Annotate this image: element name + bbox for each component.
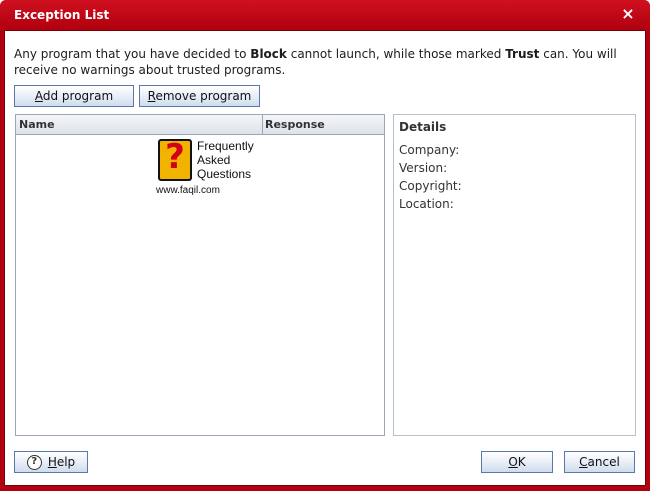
detail-company-label: Company: [399, 143, 460, 157]
watermark-glyph: ? [165, 137, 185, 177]
details-title: Details [399, 120, 447, 134]
ok-mnemonic: O [508, 455, 518, 469]
help-button[interactable]: ? Help [14, 451, 88, 473]
watermark-line-1: Frequently [197, 139, 254, 153]
question-mark-icon: ? [158, 137, 192, 181]
help-label: elp [56, 455, 76, 469]
watermark-url: www.faqil.com [156, 185, 220, 196]
detail-version-label: Version: [399, 161, 448, 175]
ok-label: K [517, 455, 526, 469]
add-program-mnemonic: A [34, 89, 43, 103]
cancel-label: ancel [587, 455, 620, 469]
description-part2: cannot launch, while those marked [286, 47, 506, 61]
ok-button[interactable]: OK [481, 451, 553, 473]
list-header: Name Response [16, 115, 384, 135]
detail-location-label: Location: [399, 197, 454, 211]
detail-copyright-label: Copyright: [399, 179, 462, 193]
exception-list-dialog: Exception List × Any program that you ha… [0, 0, 650, 491]
column-header-response[interactable]: Response [263, 115, 386, 134]
add-program-label: dd program [42, 89, 114, 103]
add-program-button[interactable]: Add program [14, 85, 134, 107]
column-header-name[interactable]: Name [16, 115, 263, 134]
close-icon[interactable]: × [620, 5, 636, 23]
help-icon: ? [26, 455, 42, 470]
cancel-mnemonic: C [579, 455, 588, 469]
watermark-line-2: Asked [197, 153, 231, 167]
description-trust-word: Trust [505, 47, 540, 61]
remove-program-button[interactable]: Remove program [139, 85, 260, 107]
dialog-body: Any program that you have decided to Blo… [4, 30, 646, 486]
cancel-button[interactable]: Cancel [564, 451, 635, 473]
details-panel: Details Company: Version: Copyright: Loc… [393, 114, 636, 436]
faq-watermark: ? Frequently Asked Questions www.faqil.c… [156, 137, 264, 199]
title-bar[interactable]: Exception List × [0, 0, 650, 30]
description-text: Any program that you have decided to Blo… [14, 46, 634, 78]
watermark-line-3: Questions [197, 167, 252, 181]
description-part1: Any program that you have decided to [14, 47, 251, 61]
watermark-text: Frequently Asked Questions [197, 139, 254, 181]
program-list[interactable]: Name Response ? Frequently Asked Questio… [15, 114, 385, 436]
help-mnemonic: H [47, 455, 57, 469]
remove-program-label: emove program [155, 89, 252, 103]
description-block-word: Block [250, 47, 287, 61]
window-title: Exception List [14, 8, 110, 22]
